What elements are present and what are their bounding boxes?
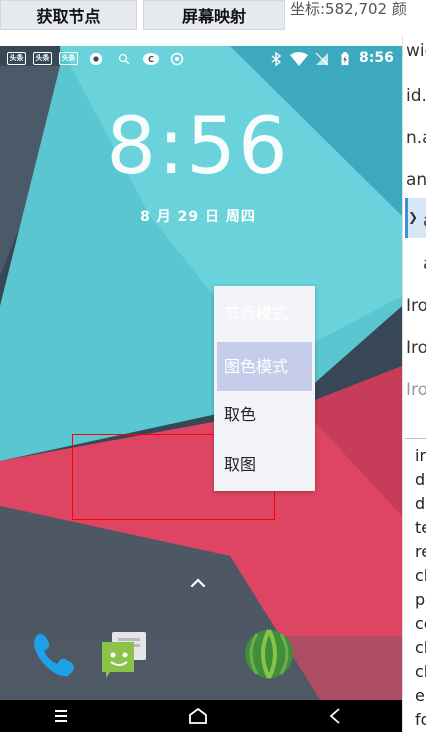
- wifi-icon: [290, 52, 308, 66]
- property-row: cl: [415, 638, 426, 657]
- news-notification-icon: 头条: [7, 52, 26, 65]
- property-row: ce: [415, 614, 426, 633]
- aperture-icon: [89, 52, 103, 66]
- node-tree-panel: ❯ wid id. n.a and a a Iro Iro Iro in d d…: [402, 36, 426, 732]
- tree-row[interactable]: id.: [406, 86, 426, 106]
- coordinate-readout: 坐标:582,702 颜: [290, 0, 407, 18]
- swipe-up-chevron-icon[interactable]: [188, 574, 208, 590]
- battery-charging-icon: [341, 52, 349, 66]
- screen-map-button[interactable]: 屏幕映射: [143, 0, 285, 30]
- menu-item-node-mode[interactable]: 节点模式: [217, 289, 312, 338]
- tree-row[interactable]: Iro: [406, 338, 426, 358]
- property-row: re: [415, 542, 426, 561]
- no-signal-icon: [315, 52, 329, 66]
- property-row: cl: [415, 662, 426, 681]
- property-row: in: [415, 446, 426, 465]
- property-row: p: [415, 590, 426, 609]
- property-row: d: [415, 494, 426, 513]
- top-toolbar: 获取节点 屏幕映射 坐标:582,702 颜: [0, 0, 426, 33]
- property-row: e: [415, 686, 425, 705]
- menu-icon[interactable]: [48, 706, 74, 726]
- tree-row[interactable]: Iro: [406, 296, 426, 316]
- home-icon[interactable]: [185, 706, 211, 726]
- status-time: 8:56: [359, 50, 394, 66]
- mode-context-menu: 节点模式 图色模式 取色 取图: [214, 286, 315, 491]
- news-notification-icon: 头条: [59, 52, 78, 65]
- cloud-sync-icon: C: [143, 53, 159, 65]
- menu-item-capture-image[interactable]: 取图: [217, 440, 312, 489]
- property-row: cl: [415, 566, 426, 585]
- back-icon[interactable]: [322, 706, 348, 726]
- bluetooth-icon: [271, 52, 282, 66]
- search-icon: [118, 53, 130, 65]
- record-icon: [170, 52, 184, 66]
- tree-row[interactable]: wid: [406, 41, 426, 61]
- messaging-icon[interactable]: [98, 628, 150, 680]
- news-notification-icon: 头条: [33, 52, 52, 65]
- tree-row[interactable]: Iro: [406, 380, 426, 400]
- watermelon-app-icon[interactable]: [243, 628, 295, 680]
- status-bar: 头条 头条 头条 C 8:56: [0, 46, 402, 72]
- property-row: fo: [415, 710, 426, 729]
- tree-row[interactable]: n.a: [406, 128, 426, 148]
- lockscreen-clock: 8:56: [106, 102, 290, 192]
- expand-caret-icon[interactable]: ❯: [408, 210, 418, 224]
- lockscreen-date: 8 月 29 日 周四: [140, 209, 256, 225]
- phone-icon[interactable]: [28, 628, 80, 680]
- tree-row[interactable]: and: [406, 170, 426, 190]
- panel-divider[interactable]: [405, 438, 426, 439]
- get-nodes-button[interactable]: 获取节点: [0, 0, 137, 30]
- navigation-bar: [0, 700, 402, 732]
- svg-text:C: C: [148, 55, 154, 64]
- menu-item-image-color-mode[interactable]: 图色模式: [217, 342, 312, 391]
- phone-screen[interactable]: 头条 头条 头条 C 8:56 8:56 8 月 29 日 周四 节点模式 图色…: [0, 46, 402, 700]
- menu-item-pick-color[interactable]: 取色: [217, 390, 312, 439]
- property-row: d: [415, 470, 426, 489]
- property-row: te: [415, 518, 426, 537]
